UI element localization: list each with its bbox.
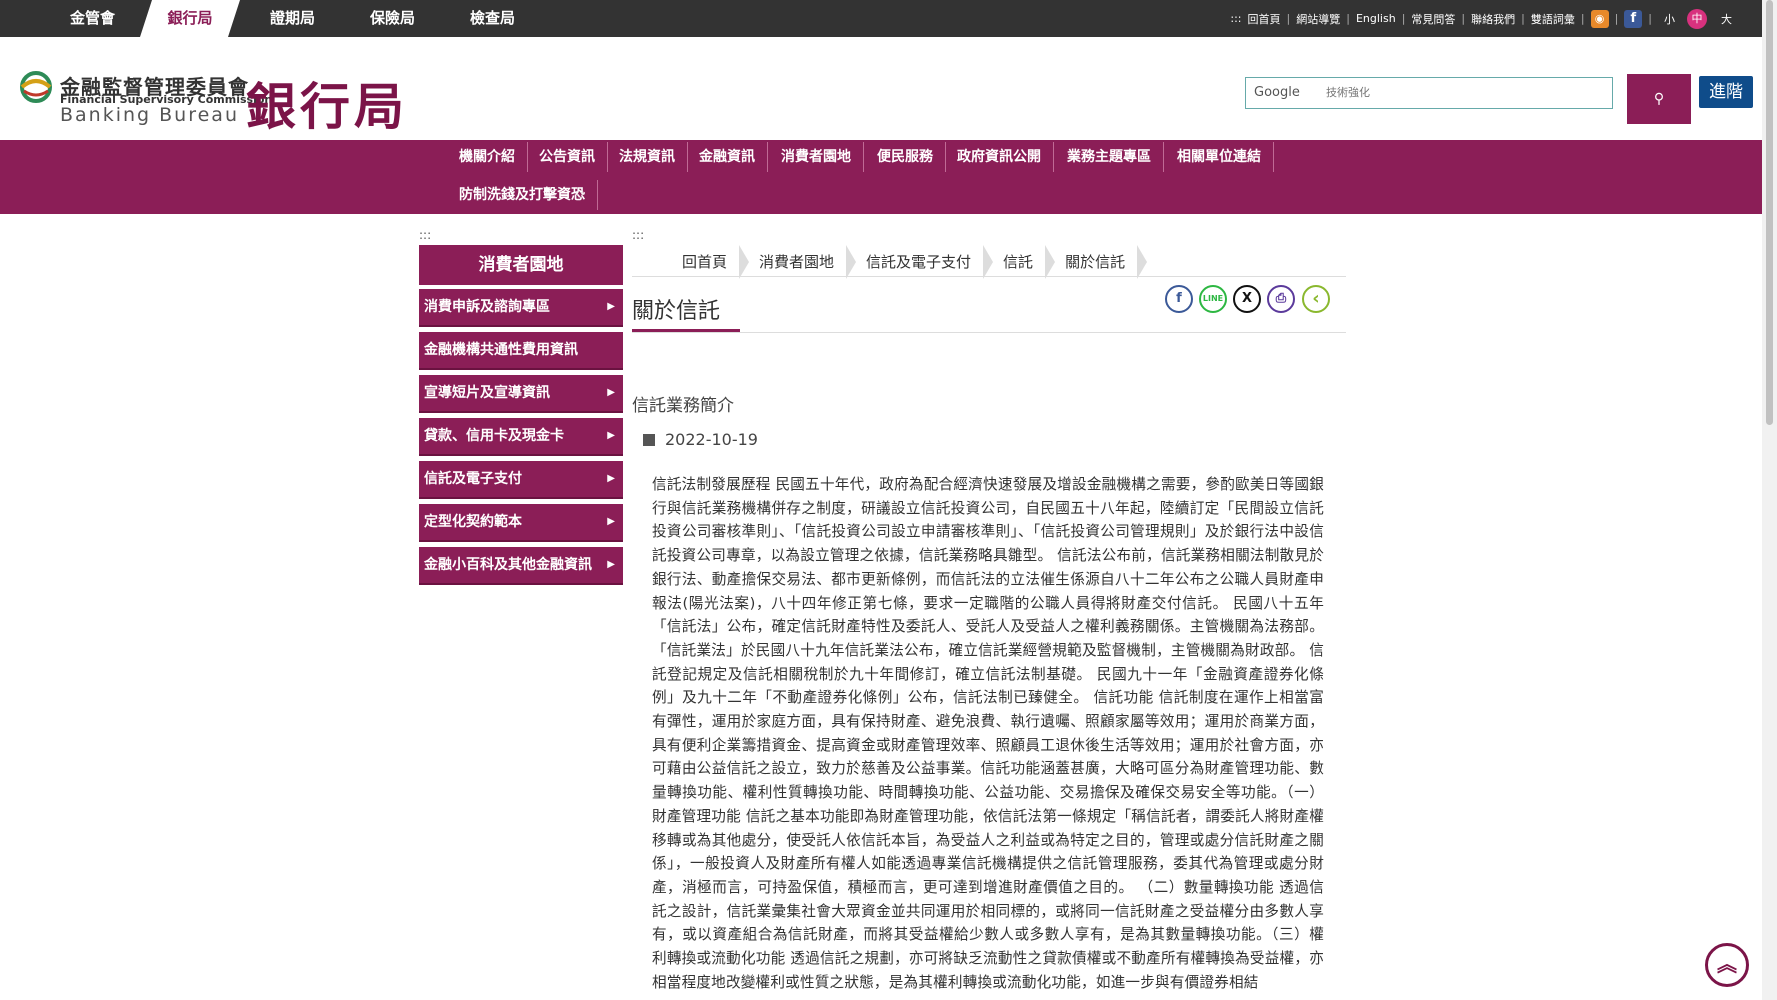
tab-banking-bureau[interactable]: 銀行局	[140, 0, 240, 37]
top-bar: 金管會 銀行局 證期局 保險局 檢查局 ::: 回首頁 | 網站導覽 | Engli…	[0, 0, 1762, 37]
sidebar-item-label: 定型化契約範本	[424, 514, 522, 530]
breadcrumb-divider	[632, 276, 1346, 277]
logo-bureau-title[interactable]: 銀行局	[246, 67, 408, 139]
search-input[interactable]	[1246, 78, 1612, 108]
caret-right-icon: ▶	[607, 301, 615, 312]
nav-related-links[interactable]: 相關單位連結	[1165, 142, 1274, 172]
link-english[interactable]: English	[1356, 12, 1396, 25]
accesskey-top[interactable]: :::	[1230, 12, 1241, 25]
link-glossary[interactable]: 雙語詞彙	[1531, 11, 1575, 27]
nav-regulations[interactable]: 法規資訊	[607, 142, 688, 172]
tab-securities-bureau[interactable]: 證期局	[240, 0, 345, 37]
caret-right-icon: ▶	[607, 516, 615, 527]
font-small[interactable]: 小	[1664, 11, 1675, 27]
nav-announcements[interactable]: 公告資訊	[527, 142, 608, 172]
sidebar-item-complaints[interactable]: 消費申訴及諮詢專區 ▶	[419, 289, 623, 327]
x-icon[interactable]: X	[1233, 285, 1261, 313]
sidebar-item-label: 貸款、信用卡及現金卡	[424, 428, 564, 444]
article-body: 信託法制發展歷程 民國五十年代，政府為配合經濟快速發展及增設金融機構之需要，參酌…	[652, 476, 1324, 991]
article-date: 2022-10-19	[643, 430, 758, 449]
main-nav: 機關介紹 公告資訊 法規資訊 金融資訊 消費者園地 便民服務 政府資訊公開 業務…	[0, 140, 1762, 214]
search-field[interactable]: Google	[1245, 77, 1613, 109]
sidebar-item-label: 金融機構共通性費用資訊	[424, 342, 578, 358]
top-links: ::: 回首頁 | 網站導覽 | English | 常見問答 | 聯絡我們 | 雙語詞彙…	[1230, 0, 1732, 37]
nav-gov-info[interactable]: 政府資訊公開	[945, 142, 1054, 172]
page-title: 關於信託	[632, 299, 721, 324]
facebook-icon[interactable]: f	[1165, 285, 1193, 313]
scrollbar-thumb[interactable]	[1766, 0, 1773, 425]
calendar-icon	[643, 434, 655, 446]
print-icon[interactable]: ⎙	[1267, 285, 1295, 313]
accesskey-left[interactable]: :::	[419, 228, 431, 242]
sidebar-item-trust-payment[interactable]: 信託及電子支付 ▶	[419, 461, 623, 499]
article-subtitle: 信託業務簡介	[632, 396, 734, 416]
accesskey-center[interactable]: :::	[632, 228, 644, 242]
sidebar-item-fees[interactable]: 金融機構共通性費用資訊	[419, 332, 623, 370]
link-faq[interactable]: 常見問答	[1411, 11, 1455, 27]
sidebar: 消費者園地 消費申訴及諮詢專區 ▶ 金融機構共通性費用資訊 宣導短片及宣導資訊 ▶ …	[419, 245, 623, 590]
nav-services[interactable]: 便民服務	[865, 142, 946, 172]
link-home[interactable]: 回首頁	[1248, 11, 1281, 27]
tab-insurance-bureau[interactable]: 保險局	[340, 0, 445, 37]
line-icon[interactable]: LINE	[1199, 285, 1227, 313]
logo-en-bureau: Banking Bureau	[60, 104, 239, 126]
sidebar-item-label: 信託及電子支付	[424, 471, 522, 487]
sidebar-title[interactable]: 消費者園地	[419, 245, 623, 285]
nav-about[interactable]: 機關介紹	[447, 142, 528, 172]
fsc-logo-icon	[20, 71, 52, 103]
sidebar-item-label: 消費申訴及諮詢專區	[424, 299, 550, 315]
font-large[interactable]: 大	[1721, 11, 1732, 27]
caret-right-icon: ▶	[607, 430, 615, 441]
nav-financial-info[interactable]: 金融資訊	[687, 142, 768, 172]
search-icon: ⚲	[1653, 91, 1665, 107]
breadcrumb-current: 關於信託	[1015, 245, 1148, 279]
nav-topics[interactable]: 業務主題專區	[1055, 142, 1164, 172]
caret-right-icon: ▶	[607, 387, 615, 398]
link-contact[interactable]: 聯絡我們	[1471, 11, 1515, 27]
tab-fsc[interactable]: 金管會	[40, 0, 145, 37]
breadcrumb: 回首頁 消費者園地 信託及電子支付 信託 關於信託	[632, 244, 1148, 280]
facebook-icon[interactable]: f	[1624, 9, 1643, 28]
font-medium[interactable]: 中	[1687, 8, 1707, 29]
rss-icon[interactable]: ◉	[1590, 9, 1609, 28]
caret-right-icon: ▶	[607, 559, 615, 570]
date-text: 2022-10-19	[665, 430, 758, 449]
search-button[interactable]: ⚲	[1627, 74, 1691, 124]
go-top-icon[interactable]: ︽	[1705, 943, 1749, 987]
sidebar-item-label: 金融小百科及其他金融資訊	[424, 557, 592, 573]
nav-consumer[interactable]: 消費者園地	[769, 142, 864, 172]
google-label: Google	[1254, 85, 1300, 100]
link-sitemap[interactable]: 網站導覽	[1296, 11, 1340, 27]
sidebar-item-loans-cards[interactable]: 貸款、信用卡及現金卡 ▶	[419, 418, 623, 456]
sidebar-item-encyclopedia[interactable]: 金融小百科及其他金融資訊 ▶	[419, 547, 623, 585]
tab-examination-bureau[interactable]: 檢查局	[440, 0, 545, 37]
sidebar-item-label: 宣導短片及宣導資訊	[424, 385, 550, 401]
title-divider	[632, 332, 1346, 333]
nav-aml[interactable]: 防制洗錢及打擊資恐	[447, 180, 598, 210]
advanced-search-button[interactable]: 進階	[1699, 76, 1753, 108]
sidebar-item-videos[interactable]: 宣導短片及宣導資訊 ▶	[419, 375, 623, 413]
header: 金融監督管理委員會 Financial Supervisory Commissi…	[0, 37, 1762, 140]
sidebar-item-contracts[interactable]: 定型化契約範本 ▶	[419, 504, 623, 542]
back-icon[interactable]: ‹	[1302, 285, 1330, 313]
caret-right-icon: ▶	[607, 473, 615, 484]
